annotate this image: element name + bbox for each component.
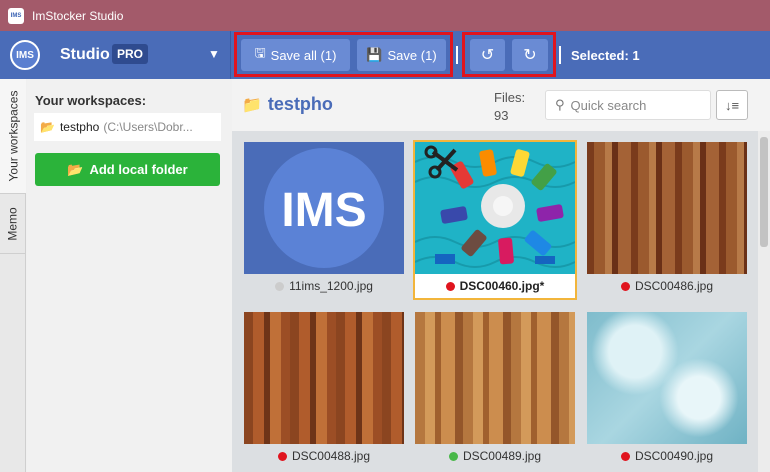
redo-icon: ↻	[523, 47, 537, 64]
files-count: Files: 93	[494, 89, 525, 125]
file-name: DSC00490.jpg	[634, 449, 714, 463]
save-label: Save (1)	[387, 47, 437, 63]
toolbar-divider	[230, 31, 231, 79]
save-all-button[interactable]: 🖫 Save all (1)	[241, 39, 350, 71]
folder-icon: 📁	[242, 96, 262, 114]
status-dot	[620, 451, 630, 461]
search-icon: ⚲	[555, 97, 565, 112]
file-caption: DSC00489.jpg	[413, 444, 577, 468]
folder-open-icon: 📂	[40, 120, 55, 134]
file-name: DSC00486.jpg	[634, 279, 714, 293]
save-all-label: Save all (1)	[270, 47, 337, 63]
file-tile[interactable]: DSC00490.jpg	[585, 312, 749, 468]
toolbar: IMS Studio PRO ▼ 🖫 Save all (1) 💾 Save (…	[0, 31, 770, 79]
toolbar-separator	[456, 46, 458, 64]
chevron-down-icon[interactable]: ▼	[208, 47, 220, 61]
file-caption: DSC00486.jpg	[585, 274, 749, 298]
file-caption: DSC00460.jpg*	[415, 274, 575, 298]
status-dot	[277, 451, 287, 461]
file-tile[interactable]: DSC00489.jpg	[413, 312, 577, 468]
sort-icon: ↓≡	[724, 97, 740, 113]
file-name: 11ims_1200.jpg	[289, 279, 373, 293]
undo-icon: ↺	[480, 47, 495, 64]
file-caption: DSC00488.jpg	[242, 444, 406, 468]
file-name: DSC00488.jpg	[291, 449, 371, 463]
file-tile[interactable]: DSC00488.jpg	[242, 312, 406, 468]
vertical-scrollbar[interactable]	[758, 131, 770, 472]
add-local-folder-label: Add local folder	[89, 162, 188, 177]
window-title: ImStocker Studio	[32, 8, 124, 23]
status-dot	[620, 281, 630, 291]
quick-search: ⚲	[545, 90, 711, 120]
sort-button[interactable]: ↓≡	[716, 90, 748, 120]
file-browser: 📁 testpho Files: 93 ⚲ ↓≡ IMS 11ims_1200.…	[232, 79, 770, 472]
file-name: DSC00489.jpg	[462, 449, 542, 463]
vertical-tab-strip: Your workspaces Memo	[0, 79, 26, 472]
thumbnail	[415, 312, 575, 444]
save-icon: 💾	[366, 47, 383, 62]
save-button[interactable]: 💾 Save (1)	[357, 39, 446, 71]
workspace-item-testpho[interactable]: 📂 testpho (C:\Users\Dobr...	[34, 113, 221, 141]
thumbnail	[587, 142, 747, 274]
toolbar-separator	[559, 46, 561, 64]
file-caption: 11ims_1200.jpg	[242, 274, 406, 298]
app-icon: IMS	[8, 7, 24, 24]
selection-count: Selected: 1	[571, 48, 640, 63]
thumbnail	[587, 312, 747, 444]
add-local-folder-button[interactable]: 📂 Add local folder	[35, 153, 220, 186]
folder-name: testpho	[267, 94, 333, 114]
undo-button[interactable]: ↺	[470, 39, 505, 71]
file-tile[interactable]: DSC00486.jpg	[585, 142, 749, 298]
tab-memo[interactable]: Memo	[0, 194, 26, 254]
quick-search-input[interactable]	[570, 97, 701, 113]
file-tile-selected[interactable]: DSC00460.jpg*	[413, 140, 577, 300]
status-dot	[275, 281, 285, 291]
status-dot	[445, 281, 455, 291]
ims-logo-icon[interactable]: IMS	[10, 40, 40, 70]
workspace-path: (C:\Users\Dobr...	[103, 120, 193, 134]
studio-label[interactable]: Studio	[60, 46, 110, 64]
tab-your-workspaces[interactable]: Your workspaces	[0, 79, 26, 194]
thumbnail	[415, 142, 575, 274]
pro-badge: PRO	[112, 44, 149, 64]
workspaces-heading: Your workspaces:	[35, 93, 147, 108]
save-all-icon: 🖫	[254, 45, 266, 60]
thumbnail	[244, 312, 404, 444]
files-number: 93	[494, 108, 509, 123]
file-browser-header: 📁 testpho Files: 93 ⚲ ↓≡	[232, 79, 770, 131]
thumbnail-logo-text: IMS	[281, 184, 366, 237]
tab-label: Memo	[6, 206, 20, 241]
redo-button[interactable]: ↻	[512, 39, 548, 71]
file-caption: DSC00490.jpg	[585, 444, 749, 468]
file-tile[interactable]: IMS 11ims_1200.jpg	[242, 142, 406, 298]
workspace-name: testpho	[59, 120, 100, 134]
workspaces-sidebar: Your workspaces: 📂 testpho (C:\Users\Dob…	[27, 79, 232, 472]
scrollbar-thumb[interactable]	[760, 137, 768, 247]
file-name: DSC00460.jpg*	[459, 279, 545, 293]
files-label: Files:	[494, 90, 526, 105]
folder-open-icon: 📂	[67, 161, 84, 177]
status-dot	[448, 451, 458, 461]
window-titlebar: IMS ImStocker Studio	[0, 0, 770, 31]
tab-label: Your workspaces	[6, 90, 20, 182]
thumbnail: IMS	[244, 142, 404, 274]
current-folder-title: 📁 testpho	[242, 94, 333, 115]
